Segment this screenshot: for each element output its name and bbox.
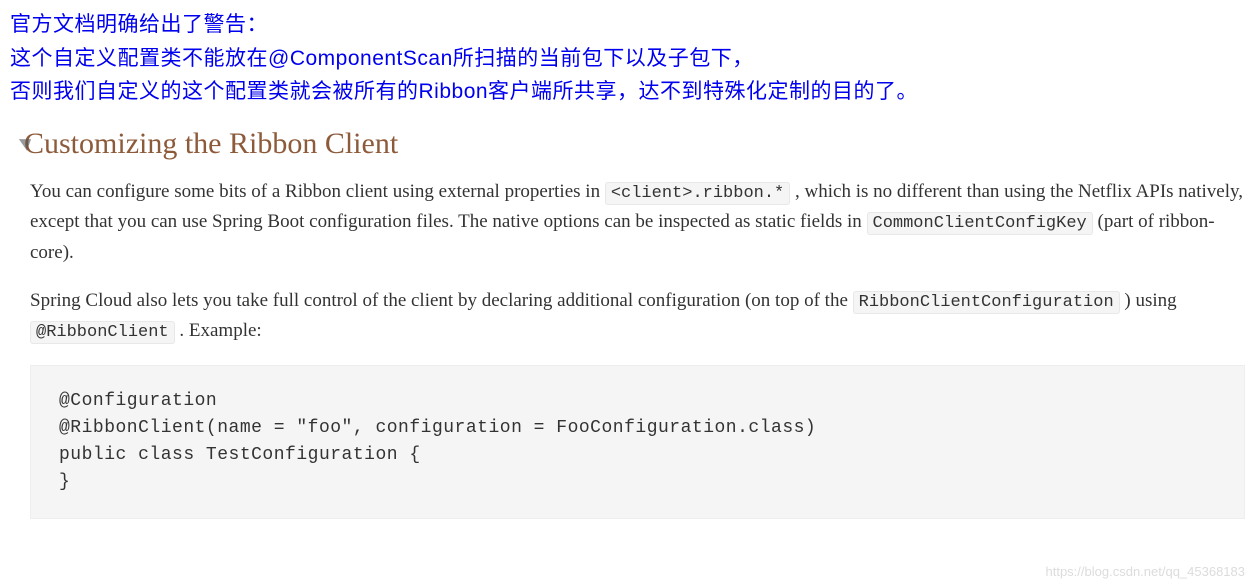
warning-line-2: 这个自定义配置类不能放在@ComponentScan所扫描的当前包下以及子包下， bbox=[10, 42, 1245, 76]
code-inline-client-ribbon: <client>.ribbon.* bbox=[605, 182, 790, 205]
warning-line-3: 否则我们自定义的这个配置类就会被所有的Ribbon客户端所共享，达不到特殊化定制… bbox=[10, 75, 1245, 109]
para2-text-1: Spring Cloud also lets you take full con… bbox=[30, 290, 853, 311]
code-block-example: @Configuration @RibbonClient(name = "foo… bbox=[30, 365, 1245, 519]
para2-text-2: ) using bbox=[1120, 290, 1177, 311]
code-inline-commonclientconfigkey: CommonClientConfigKey bbox=[867, 212, 1093, 235]
paragraph-1: You can configure some bits of a Ribbon … bbox=[30, 177, 1245, 268]
para1-text-1: You can configure some bits of a Ribbon … bbox=[30, 181, 605, 202]
content-section: You can configure some bits of a Ribbon … bbox=[10, 177, 1245, 519]
section-heading: Customizing the Ribbon Client bbox=[24, 127, 1245, 161]
watermark: https://blog.csdn.net/qq_45368183 bbox=[1046, 564, 1246, 579]
paragraph-2: Spring Cloud also lets you take full con… bbox=[30, 286, 1245, 347]
warning-line-1: 官方文档明确给出了警告： bbox=[10, 8, 1245, 42]
warning-note: 官方文档明确给出了警告： 这个自定义配置类不能放在@ComponentScan所… bbox=[10, 8, 1245, 109]
para2-text-3: . Example: bbox=[175, 320, 262, 341]
code-inline-ribbonclientconfiguration: RibbonClientConfiguration bbox=[853, 291, 1120, 314]
code-inline-ribbonclient-annotation: @RibbonClient bbox=[30, 321, 175, 344]
